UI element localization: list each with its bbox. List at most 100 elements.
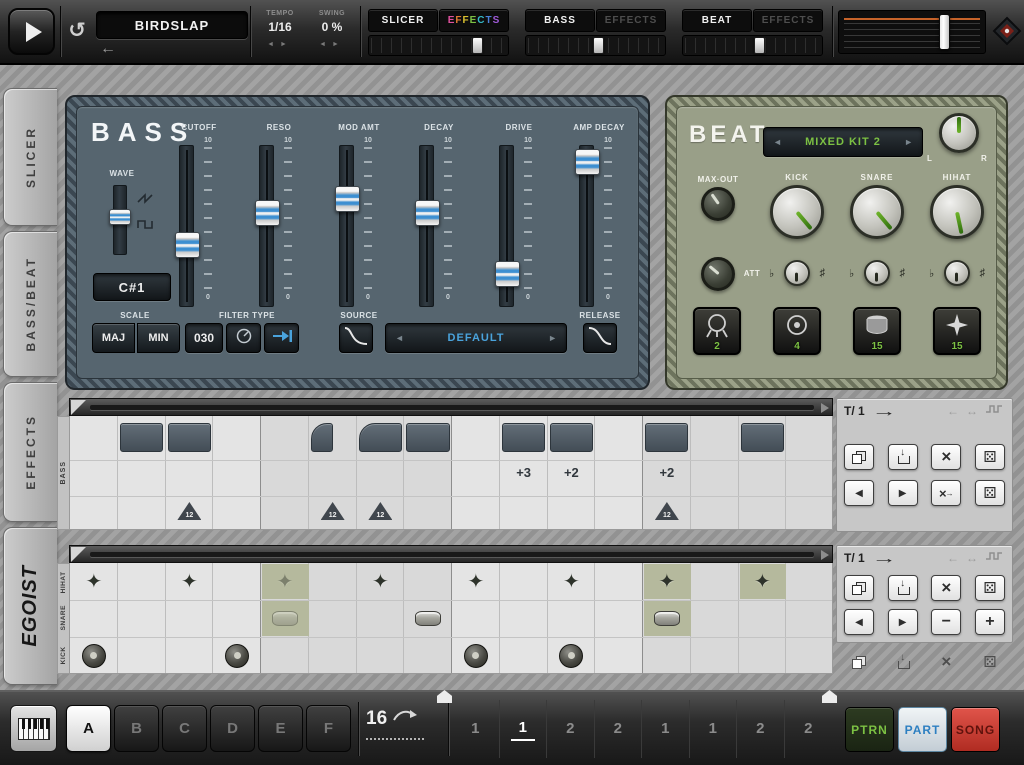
hihat-hit[interactable]: ✦ — [548, 563, 596, 600]
tab-slicer[interactable]: SLICER — [368, 9, 438, 32]
bass-seq-header[interactable] — [69, 398, 833, 416]
fader-track[interactable] — [259, 145, 274, 307]
slicer-balance-slider[interactable] — [368, 35, 509, 56]
slider-handle[interactable] — [593, 37, 604, 54]
drum-random-flat-button[interactable]: ⚄ — [975, 649, 1005, 675]
bass-note[interactable] — [550, 423, 593, 452]
drum-clear-button[interactable]: × — [931, 575, 961, 601]
tempo-arrows-icon[interactable]: ◄► — [254, 41, 306, 48]
master-slider-handle[interactable] — [939, 14, 950, 50]
keyboard-button[interactable] — [10, 705, 57, 752]
bass-balance-slider[interactable] — [525, 35, 666, 56]
pattern-slot-4[interactable]: 2 — [595, 700, 643, 758]
drum-remove-step-button[interactable]: − — [931, 609, 961, 635]
slider-handle[interactable] — [472, 37, 483, 54]
step-cell[interactable] — [500, 563, 548, 673]
bass-clear-button[interactable]: × — [931, 444, 961, 470]
pan-knob[interactable] — [939, 113, 979, 153]
retrigger-icon[interactable]: ↺ — [62, 16, 92, 46]
snare-hit[interactable] — [261, 600, 309, 637]
step-cell[interactable] — [786, 416, 833, 529]
fader-track[interactable] — [579, 145, 594, 307]
step-cell[interactable] — [309, 563, 357, 673]
step-cell[interactable] — [691, 563, 739, 673]
bass-random-button[interactable]: ⚄ — [975, 444, 1005, 470]
fader-handle[interactable] — [255, 200, 280, 226]
kick-hit[interactable] — [452, 637, 500, 674]
loop-start-handle[interactable] — [437, 690, 452, 703]
tune-knob[interactable] — [944, 260, 970, 286]
bank-e-button[interactable]: E — [258, 705, 303, 752]
bank-f-button[interactable]: F — [306, 705, 351, 752]
pulse-icon[interactable] — [985, 549, 1005, 567]
tune-knob[interactable] — [784, 260, 810, 286]
release-envelope-button[interactable] — [583, 323, 617, 353]
sidebar-tab-effects[interactable]: EFFECTS — [3, 382, 57, 522]
perc-pad[interactable]: 4 — [773, 307, 821, 355]
bass-clear-mod-button[interactable]: ×→ — [931, 480, 961, 506]
mod-envelope-button[interactable] — [339, 323, 373, 353]
pattern-mode-button[interactable]: PTRN — [845, 707, 894, 752]
loop-end-handle[interactable] — [822, 690, 837, 703]
kit-next-icon[interactable]: ► — [895, 137, 922, 147]
pattern-slot-1[interactable]: 1 — [452, 700, 500, 758]
bank-d-button[interactable]: D — [210, 705, 255, 752]
kick-hit[interactable] — [70, 637, 118, 674]
pattern-slot-2[interactable]: 1 — [500, 700, 548, 758]
fader-handle[interactable] — [495, 261, 520, 287]
drum-clear-flat-button[interactable]: × — [931, 649, 961, 675]
tab-beat-effects[interactable]: EFFECTS — [753, 9, 823, 32]
attack-knob[interactable] — [701, 257, 735, 291]
hihat-hit[interactable]: ✦ — [70, 563, 118, 600]
beat-balance-slider[interactable] — [682, 35, 823, 56]
bass-note[interactable] — [502, 423, 545, 452]
expand-icon[interactable]: ↔ — [966, 551, 978, 565]
kick-hit[interactable] — [213, 637, 261, 674]
song-mode-button[interactable]: SONG — [951, 707, 1000, 752]
bass-note[interactable] — [359, 423, 402, 452]
sidebar-tab-bass-beat[interactable]: BASS/BEAT — [3, 231, 57, 377]
snare-knob[interactable] — [850, 185, 904, 239]
dropdown-next-icon[interactable]: ► — [539, 333, 566, 343]
pulse-icon[interactable] — [985, 402, 1005, 420]
tab-slicer-effects[interactable]: EFFECTS — [439, 9, 509, 32]
tempo-control[interactable]: TEMPO 1/16 ◄► — [254, 10, 306, 48]
step-cell[interactable] — [118, 563, 166, 673]
hihat-hit[interactable]: ✦ — [452, 563, 500, 600]
step-cell[interactable] — [70, 416, 118, 529]
pattern-length-control[interactable]: 16 — [366, 708, 446, 740]
tom-pad[interactable]: 15 — [853, 307, 901, 355]
swing-arrows-icon[interactable]: ◄► — [306, 41, 358, 48]
filter-shape-button[interactable] — [226, 323, 261, 353]
drum-copy-flat-button[interactable] — [844, 649, 874, 675]
scale-maj-button[interactable]: MAJ — [92, 323, 135, 353]
drum-copy-button[interactable] — [844, 575, 874, 601]
mod-source-dropdown[interactable]: ◄ DEFAULT ► — [385, 323, 567, 353]
step-cell[interactable] — [213, 416, 261, 529]
tab-beat[interactable]: BEAT — [682, 9, 752, 32]
division-value[interactable]: T/ 1 — [844, 551, 865, 565]
part-mode-button[interactable]: PART — [898, 707, 947, 752]
play-button[interactable] — [8, 8, 55, 55]
pattern-slot-5[interactable]: 1 — [642, 700, 690, 758]
bank-b-button[interactable]: B — [114, 705, 159, 752]
bass-nudge-right-button[interactable]: ▶ — [888, 480, 918, 506]
kit-selector[interactable]: ◄ MIXED KIT 2 ► — [763, 127, 923, 157]
hihat-hit[interactable]: ✦ — [261, 563, 309, 600]
snare-hit[interactable] — [404, 600, 452, 637]
fader-track[interactable] — [179, 145, 194, 307]
step-cell[interactable] — [786, 563, 833, 673]
hihat-hit[interactable]: ✦ — [357, 563, 405, 600]
bank-a-button[interactable]: A — [66, 705, 111, 752]
bass-note[interactable] — [406, 423, 449, 452]
master-volume-slider[interactable] — [838, 10, 986, 54]
hihat-star-pad[interactable]: 15 — [933, 307, 981, 355]
hihat-hit[interactable]: ✦ — [643, 563, 691, 600]
fader-handle[interactable] — [415, 200, 440, 226]
swing-control[interactable]: SWING 0 % ◄► — [306, 10, 358, 48]
fader-handle[interactable] — [575, 149, 600, 175]
tab-bass[interactable]: BASS — [525, 9, 595, 32]
pattern-slot-3[interactable]: 2 — [547, 700, 595, 758]
filter-route-button[interactable] — [264, 323, 299, 353]
kick-hit[interactable] — [548, 637, 596, 674]
